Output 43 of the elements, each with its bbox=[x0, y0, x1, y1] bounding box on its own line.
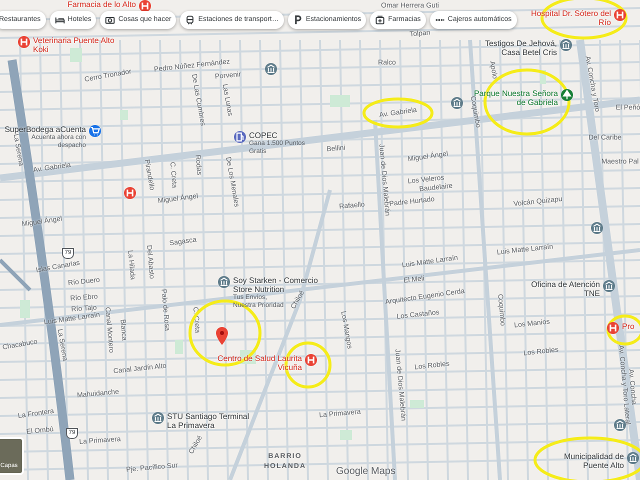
place-marker-icon[interactable] bbox=[451, 97, 463, 109]
place-name[interactable]: Oficina de Atención TNE bbox=[515, 280, 600, 298]
place-marker-icon[interactable] bbox=[265, 63, 277, 75]
place-marker-icon[interactable] bbox=[627, 452, 639, 464]
place-marker-icon[interactable] bbox=[603, 280, 615, 292]
place-marker-icon[interactable] bbox=[234, 131, 246, 143]
place-marker-icon[interactable] bbox=[139, 0, 151, 12]
park-area bbox=[410, 400, 424, 408]
place-name[interactable]: Pro bbox=[622, 322, 634, 331]
place-marker-icon[interactable] bbox=[124, 187, 136, 199]
camera-icon bbox=[105, 15, 116, 25]
place-marker-icon[interactable] bbox=[561, 89, 573, 101]
place-marker-icon[interactable] bbox=[152, 412, 164, 424]
parking-icon bbox=[292, 15, 303, 25]
train-icon bbox=[185, 15, 196, 25]
park-area bbox=[120, 110, 128, 120]
park-area bbox=[330, 95, 350, 107]
place-marker-icon[interactable] bbox=[591, 222, 603, 234]
place-marker-icon[interactable] bbox=[218, 276, 230, 288]
place-marker-icon[interactable] bbox=[560, 39, 572, 51]
bed-icon bbox=[54, 15, 65, 25]
park-area bbox=[175, 340, 183, 354]
place-marker-icon[interactable] bbox=[18, 36, 30, 48]
park-area bbox=[20, 300, 30, 318]
place-marker-icon[interactable] bbox=[89, 125, 101, 137]
pharmacy-icon bbox=[375, 15, 386, 25]
place-marker-icon[interactable] bbox=[614, 419, 626, 431]
annotation-circle-drawing bbox=[362, 98, 434, 128]
place-name[interactable]: COPEC bbox=[249, 131, 278, 140]
place-name[interactable]: STU Santiago Terminal La Primavera bbox=[167, 412, 252, 430]
place-marker-icon[interactable] bbox=[607, 322, 619, 334]
place-name[interactable]: Veterinaria Puente Alto Koki bbox=[33, 36, 118, 54]
place-name[interactable]: Farmacia de lo Alto bbox=[68, 0, 136, 9]
place-marker-icon[interactable] bbox=[614, 9, 626, 21]
park-area bbox=[340, 430, 352, 440]
location-pin-icon bbox=[216, 327, 228, 345]
place-name[interactable]: Municipalidad de Puente Alto bbox=[539, 452, 624, 470]
map-logo: Google Maps bbox=[336, 465, 396, 479]
place-marker-icon[interactable] bbox=[305, 354, 317, 366]
park-area bbox=[70, 48, 82, 62]
annotation-circle-drawing bbox=[606, 314, 640, 346]
place-name[interactable]: Testigos De Jehová, Casa Betel Cris bbox=[472, 39, 557, 57]
place-name[interactable]: SuperBodega aCuenta bbox=[4, 125, 86, 134]
